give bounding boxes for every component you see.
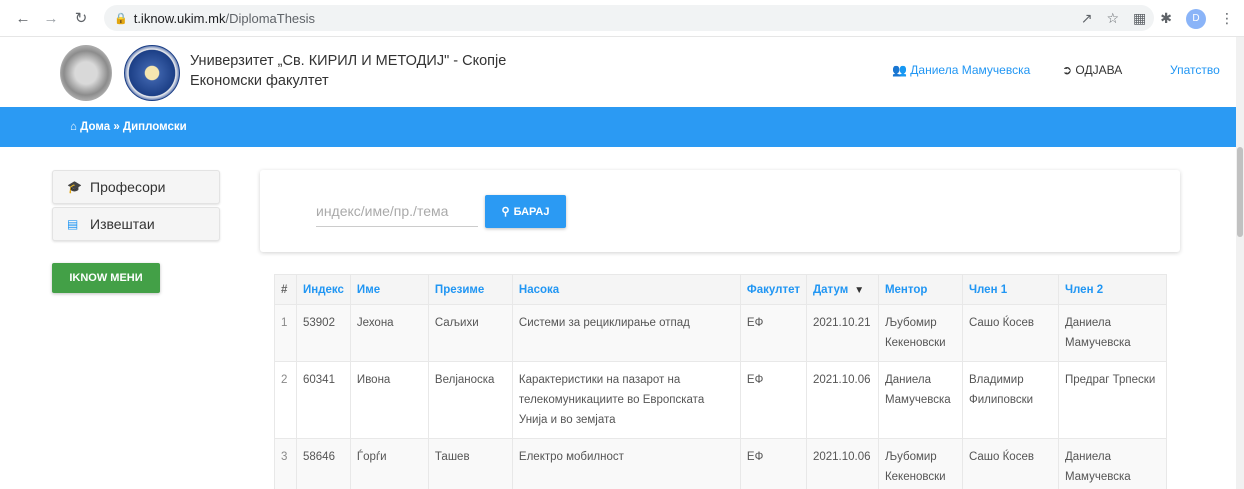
search-button-label: БАРАЈ (513, 205, 550, 218)
cell-index: 58646 (296, 438, 351, 489)
scrollbar-thumb[interactable] (1237, 147, 1243, 237)
column-header-mentor[interactable]: Ментор (877, 274, 963, 305)
university-logo (60, 45, 112, 101)
breadcrumb-separator-icon: » (110, 121, 123, 133)
column-header-index[interactable]: Индекс (296, 274, 351, 305)
reload-icon[interactable]: ↻ (70, 7, 92, 29)
back-arrow-icon[interactable]: ← (12, 7, 34, 29)
cell-date: 2021.10.06 (805, 438, 879, 489)
share-icon[interactable]: ↗ (1081, 10, 1093, 27)
cell-last-name: Велјаноска (427, 361, 513, 439)
cell-date: 2021.10.06 (805, 361, 879, 439)
faculty-name: Економски факултет (190, 73, 329, 89)
cell-date: 2021.10.21 (805, 304, 879, 362)
cell-faculty: ЕФ (739, 361, 807, 439)
university-name: Универзитет „Св. КИРИЛ И МЕТОДИЈ" - Скоп… (190, 53, 507, 69)
sidebar-item-label: Професори (90, 179, 166, 195)
url-host: t.iknow.ukim.mk (133, 10, 226, 26)
column-header-number: # (274, 274, 297, 305)
sidebar-item-reports[interactable]: ▤ Извештаи (52, 207, 220, 241)
cell-mentor: Љубомир Кекеновски (877, 438, 963, 489)
date-header-label: Датум (812, 283, 849, 296)
cell-first-name: Јехона (349, 304, 429, 362)
cell-member1: Сашо Ќосев (961, 438, 1059, 489)
extension-icon[interactable]: ▦ (1133, 10, 1146, 27)
graduation-cap-icon: 🎓 (67, 180, 82, 194)
user-name: Даниела Мамучевска (910, 63, 1031, 77)
table-row[interactable]: 2 60341 Ивона Велјаноска Карактеристики … (274, 361, 1168, 439)
bar-chart-icon: ▤ (67, 217, 79, 231)
puzzle-icon[interactable]: ✱ (1160, 10, 1172, 27)
site-header: Универзитет „Св. КИРИЛ И МЕТОДИЈ" - Скоп… (0, 37, 1244, 107)
forward-arrow-icon[interactable]: → (40, 7, 62, 29)
breadcrumb: ⌂ Дома » Дипломски (0, 107, 1244, 147)
table-header-row: # Индекс Име Презиме Насока Факултет Дат… (274, 274, 1168, 305)
user-profile-link[interactable]: 👥 Даниела Мамучевска (892, 63, 1030, 77)
search-input[interactable] (316, 195, 478, 227)
iknow-menu-button[interactable]: IKNOW МЕНИ (52, 263, 160, 293)
profile-avatar[interactable]: D (1186, 8, 1206, 29)
cell-number: 2 (274, 361, 297, 439)
address-bar[interactable]: 🔒 t.iknow.ukim.mk/DiplomaThesis (104, 5, 1154, 31)
breadcrumb-home[interactable]: Дома (80, 121, 110, 133)
cell-first-name: Ивона (349, 361, 429, 439)
browser-toolbar: ← → ↻ 🔒 t.iknow.ukim.mk/DiplomaThesis ↗ … (0, 0, 1244, 37)
cell-first-name: Ѓорѓи (349, 438, 429, 489)
search-icon: ⚲ (501, 206, 510, 218)
column-header-last-name[interactable]: Презиме (427, 274, 513, 305)
menu-kebab-icon[interactable]: ⋮ (1220, 10, 1234, 27)
cell-last-name: Ташев (427, 438, 513, 489)
cell-faculty: ЕФ (739, 438, 807, 489)
cell-number: 1 (274, 304, 297, 362)
sort-down-icon: ▼ (854, 284, 865, 296)
logout-label: ОДЈАВА (1075, 63, 1123, 77)
search-button[interactable]: ⚲ БАРАЈ (485, 195, 566, 228)
home-icon: ⌂ (70, 121, 81, 133)
thesis-table: # Индекс Име Презиме Насока Факултет Дат… (274, 274, 1168, 489)
column-header-faculty[interactable]: Факултет (739, 274, 807, 305)
logout-link[interactable]: ➲ ОДЈАВА (1062, 63, 1122, 77)
column-header-program[interactable]: Насока (511, 274, 741, 305)
table-row[interactable]: 1 53902 Јехона Сaљихи Системи за рецикли… (274, 304, 1168, 362)
table-row[interactable]: 3 58646 Ѓорѓи Ташев Електро мобилност ЕФ… (274, 438, 1168, 489)
column-header-first-name[interactable]: Име (349, 274, 429, 305)
help-link[interactable]: Упатство (1170, 63, 1220, 77)
cell-member2: Даниела Мамучевска (1057, 438, 1168, 489)
cell-index: 53902 (296, 304, 351, 362)
cell-topic: Системи за рециклирање отпад (511, 304, 741, 362)
cell-member1: Сашо Ќосев (961, 304, 1059, 362)
cell-number: 3 (274, 438, 297, 489)
url-path: /DiplomaThesis (225, 10, 316, 26)
cell-last-name: Сaљихи (427, 304, 513, 362)
sidebar-item-label: Извештаи (90, 216, 155, 232)
column-header-member2[interactable]: Член 2 (1057, 274, 1168, 305)
cell-topic: Карактеристики на пазарот на телекомуник… (511, 361, 741, 439)
sidebar-item-professors[interactable]: 🎓 Професори (52, 170, 220, 204)
cell-mentor: Љубомир Кекеновски (877, 304, 963, 362)
column-header-date[interactable]: Датум ▼ (805, 274, 879, 305)
column-header-member1[interactable]: Член 1 (961, 274, 1059, 305)
cell-member2: Даниела Мамучевска (1057, 304, 1168, 362)
cell-member2: Предраг Трпески (1057, 361, 1168, 439)
search-card: ⚲ БАРАЈ (260, 170, 1180, 252)
page-scrollbar[interactable] (1236, 37, 1244, 489)
cell-member1: Владимир Филиповски (961, 361, 1059, 439)
cell-faculty: ЕФ (739, 304, 807, 362)
user-plus-icon: 👥 (892, 63, 907, 77)
sign-out-icon: ➲ (1062, 63, 1073, 77)
breadcrumb-current: Дипломски (122, 121, 187, 133)
cell-index: 60341 (296, 361, 351, 439)
cell-mentor: Даниела Мамучевска (877, 361, 963, 439)
cell-topic: Електро мобилност (511, 438, 741, 489)
bookmark-star-icon[interactable]: ☆ (1106, 10, 1119, 27)
lock-icon: 🔒 (114, 12, 128, 25)
faculty-logo (124, 45, 180, 101)
